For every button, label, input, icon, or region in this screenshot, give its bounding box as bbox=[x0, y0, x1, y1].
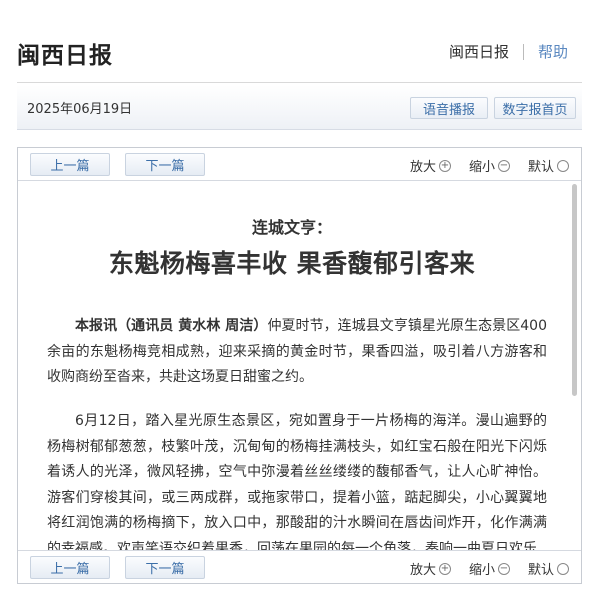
header-links: 闽西日报 帮助 bbox=[449, 41, 568, 62]
article-paragraph: 6月12日，踏入星光原生态景区，宛如置身于一片杨梅的海洋。漫山遍野的杨梅树郁郁葱… bbox=[47, 413, 547, 550]
zoom-out-button[interactable]: 缩小 − bbox=[469, 559, 510, 578]
date-bar: 2025年06月19日 语音播报 数字报首页 bbox=[17, 85, 582, 130]
zoom-in-button[interactable]: 放大 + bbox=[410, 156, 451, 175]
newspaper-link[interactable]: 闽西日报 bbox=[449, 41, 509, 62]
digital-home-button[interactable]: 数字报首页 bbox=[494, 97, 576, 119]
plus-circle-icon: + bbox=[438, 159, 451, 172]
article-kicker: 连城文亨： bbox=[251, 218, 332, 237]
default-size-button[interactable]: 默认 bbox=[528, 559, 569, 578]
font-size-tools: 放大 + 缩小 − 默认 bbox=[392, 559, 569, 578]
next-article-button[interactable]: 下一篇 bbox=[125, 556, 205, 579]
article-toolbar-top: 上一篇 下一篇 放大 + 缩小 − 默认 bbox=[18, 148, 581, 181]
article-reader: 上一篇 下一篇 放大 + 缩小 − 默认 连城文亨： 东魁杨梅喜丰收 果香馥郁引客来… bbox=[17, 147, 582, 584]
default-size-label: 默认 bbox=[527, 563, 554, 578]
site-header: 闽西日报 闽西日报 帮助 bbox=[17, 36, 582, 69]
link-divider bbox=[522, 43, 524, 60]
article-toolbar-bottom: 上一篇 下一篇 放大 + 缩小 − 默认 bbox=[18, 550, 581, 583]
prev-article-button[interactable]: 上一篇 bbox=[30, 153, 110, 176]
zoom-out-button[interactable]: 缩小 − bbox=[469, 156, 510, 175]
zoom-out-label: 缩小 bbox=[468, 563, 495, 578]
issue-date: 2025年06月19日 bbox=[27, 102, 133, 117]
zoom-in-label: 放大 bbox=[409, 160, 436, 175]
zoom-out-label: 缩小 bbox=[468, 160, 495, 175]
audio-broadcast-button[interactable]: 语音播报 bbox=[410, 97, 488, 119]
article-byline: 本报讯（通讯员 黄水林 周洁） bbox=[75, 318, 268, 334]
article-paragraph: 本报讯（通讯员 黄水林 周洁）仲夏时节，连城县文亨镇星光原生态景区400余亩的东… bbox=[47, 314, 547, 391]
default-size-button[interactable]: 默认 bbox=[528, 156, 569, 175]
zoom-in-label: 放大 bbox=[409, 563, 436, 578]
next-article-button[interactable]: 下一篇 bbox=[125, 153, 205, 176]
font-size-tools: 放大 + 缩小 − 默认 bbox=[392, 156, 569, 175]
circle-icon bbox=[557, 159, 569, 172]
prev-article-button[interactable]: 上一篇 bbox=[30, 556, 110, 579]
plus-circle-icon: + bbox=[438, 562, 451, 575]
site-title: 闽西日报 bbox=[17, 43, 113, 69]
article-headline: 东魁杨梅喜丰收 果香馥郁引客来 bbox=[108, 249, 476, 278]
zoom-in-button[interactable]: 放大 + bbox=[410, 559, 451, 578]
header-divider bbox=[17, 82, 582, 83]
scrollbar-thumb[interactable] bbox=[572, 184, 577, 396]
minus-circle-icon: − bbox=[497, 562, 510, 575]
help-link[interactable]: 帮助 bbox=[538, 41, 568, 62]
article-content[interactable]: 连城文亨： 东魁杨梅喜丰收 果香馥郁引客来 本报讯（通讯员 黄水林 周洁）仲夏时… bbox=[18, 182, 581, 550]
minus-circle-icon: − bbox=[497, 159, 510, 172]
circle-icon bbox=[557, 562, 569, 575]
default-size-label: 默认 bbox=[527, 160, 554, 175]
